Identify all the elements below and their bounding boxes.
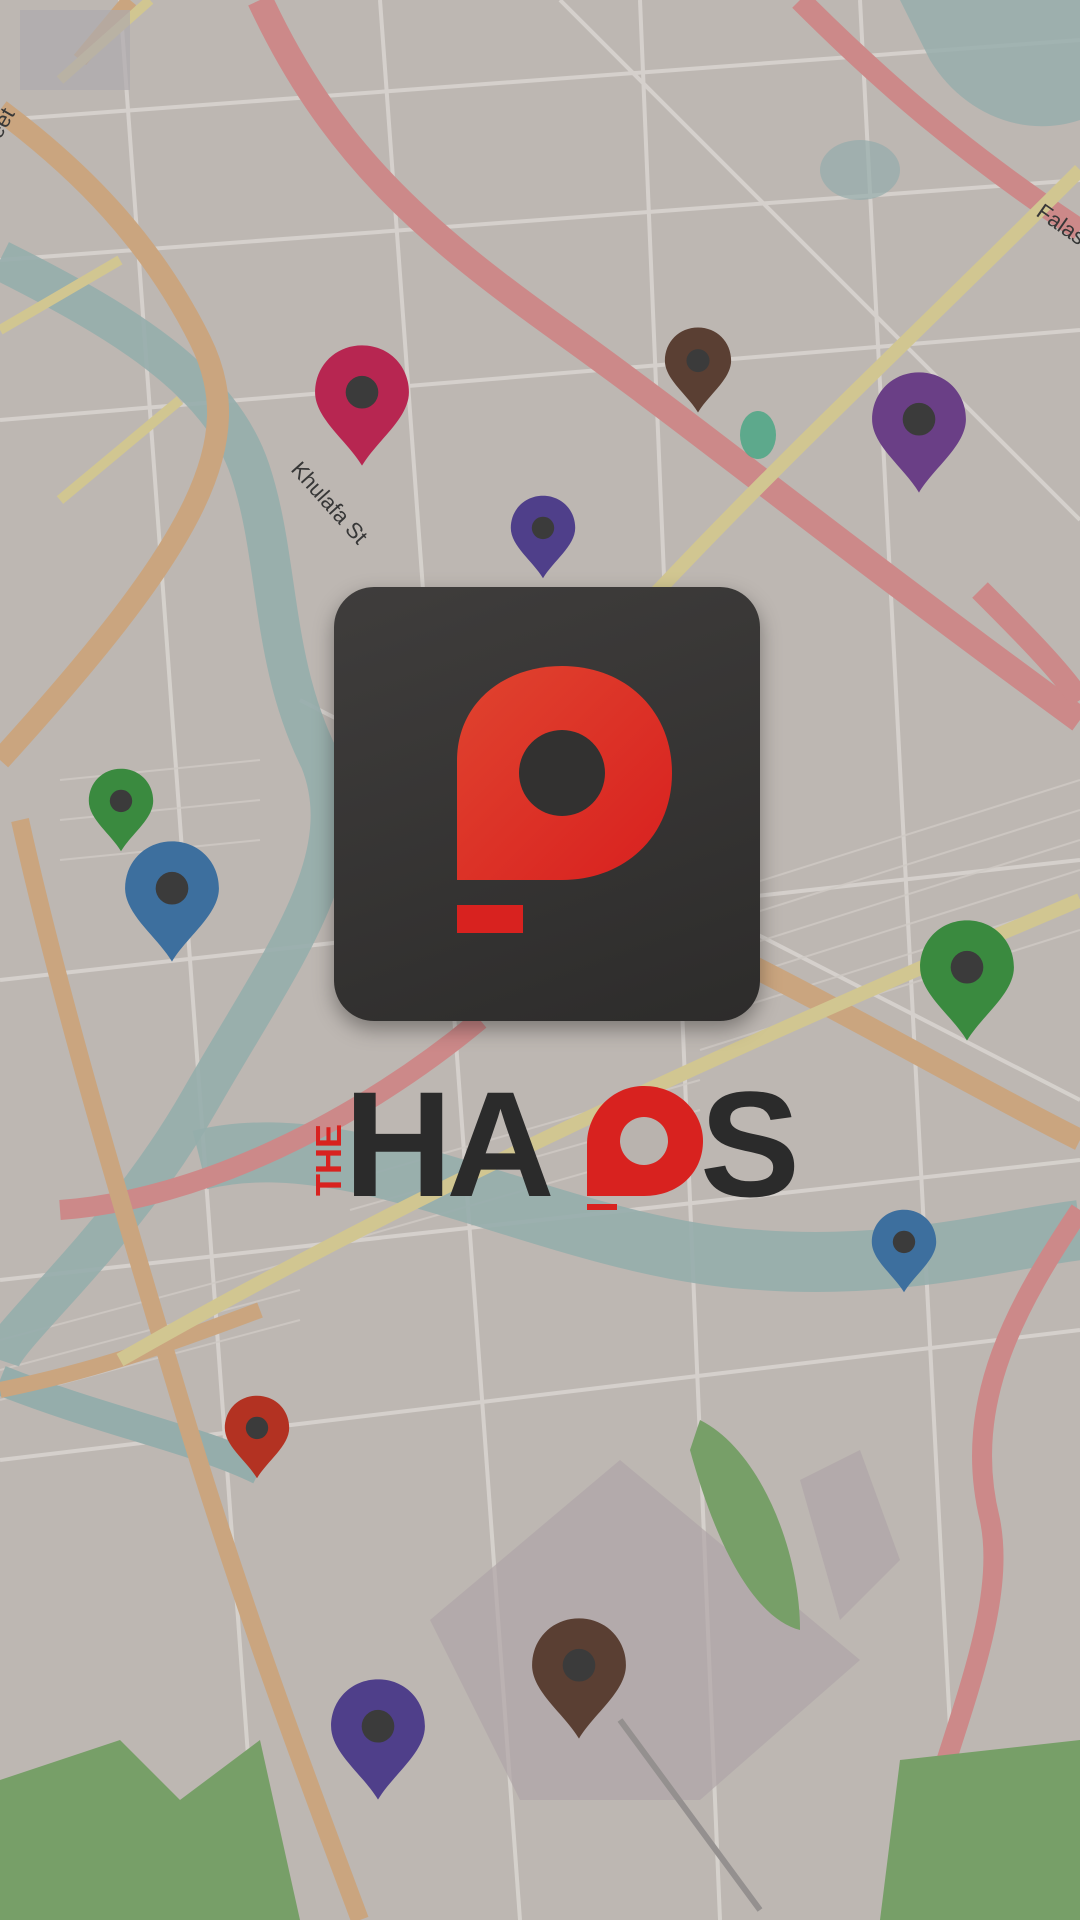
map-pin-blue-small-icon — [869, 1208, 939, 1294]
map-pin-indigo-large-icon — [327, 1677, 429, 1802]
splash-screen: Khulafa St Falast eet THE HA S — [0, 0, 1080, 1920]
wordmark-prefix: THE — [308, 1124, 349, 1196]
wordmark-part2: S — [700, 1060, 800, 1228]
map-pin-blue-icon — [121, 839, 223, 964]
map-pin-red-icon — [222, 1394, 292, 1480]
map-pin-green-large-icon — [916, 918, 1018, 1043]
map-pin-brown-icon — [662, 326, 734, 414]
map-pin-purple-icon — [868, 370, 970, 495]
app-logo-icon — [334, 587, 760, 1021]
map-pin-brown-large-icon — [528, 1616, 630, 1741]
map-pin-indigo-icon — [508, 494, 578, 580]
wordmark-part1: HA — [344, 1060, 551, 1228]
app-wordmark: THE HA S — [296, 1060, 800, 1228]
wordmark-pin-letter-icon — [587, 1086, 703, 1210]
map-pin-crimson-icon — [311, 343, 413, 468]
